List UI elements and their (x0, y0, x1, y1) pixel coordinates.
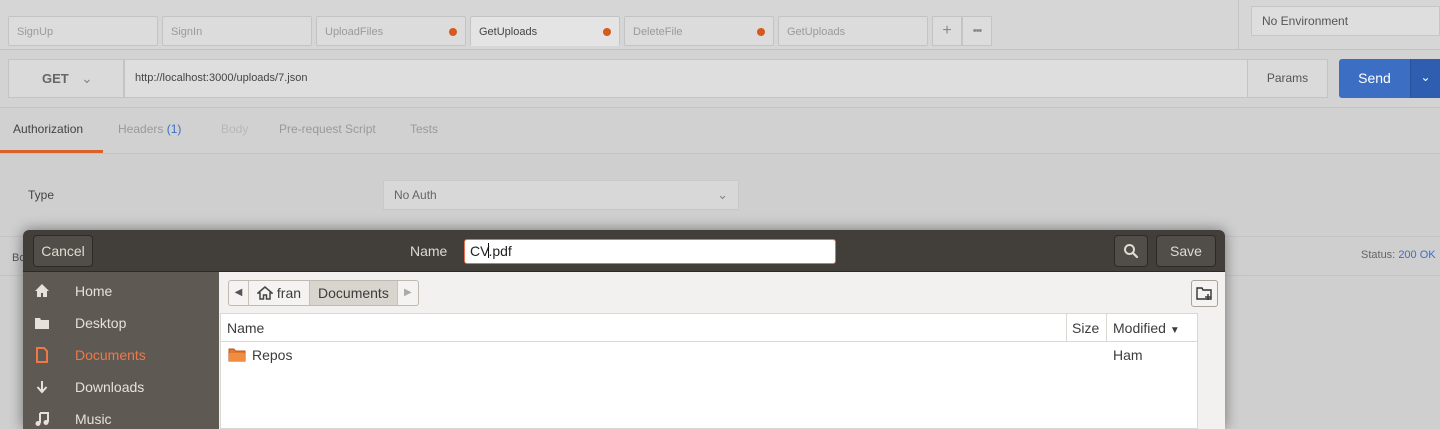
file-name: Repos (252, 347, 293, 363)
tab-tests[interactable]: Tests (410, 122, 438, 136)
music-icon (35, 412, 49, 426)
chevron-right-icon: ▶ (403, 287, 412, 298)
sidebar-item-label: Music (75, 411, 112, 427)
chevron-left-icon: ◀ (234, 287, 243, 298)
tab-body[interactable]: Body (221, 122, 248, 136)
column-divider (1106, 314, 1107, 342)
sidebar-item-label: Home (75, 283, 113, 299)
sidebar-item-label: Downloads (75, 379, 145, 395)
tab-signup[interactable]: SignUp (8, 16, 158, 46)
tab-prerequest-script[interactable]: Pre-request Script (279, 122, 376, 136)
tab-label: SignIn (171, 26, 203, 38)
file-row[interactable]: Repos Ham (221, 342, 1197, 368)
tab-label: DeleteFile (633, 26, 683, 38)
chevron-down-icon: ⌄ (1420, 70, 1431, 84)
params-button[interactable]: Params (1247, 59, 1328, 98)
tab-uploadfiles[interactable]: UploadFiles (316, 16, 466, 46)
path-bar: ◀ fran Documents ▶ (228, 280, 419, 306)
sidebar-item-music[interactable]: Music (23, 403, 219, 429)
send-button[interactable]: Send (1339, 59, 1410, 98)
column-header-size[interactable]: Size (1072, 320, 1099, 336)
sidebar-item-documents[interactable]: Documents (23, 339, 219, 371)
unsaved-dot-icon (449, 28, 457, 36)
new-folder-icon (1196, 287, 1212, 300)
filename-input[interactable]: CV.pdf (464, 239, 836, 264)
url-input[interactable]: http://localhost:3000/uploads/7.json (124, 59, 1248, 98)
chevron-down-icon: ⌄ (717, 187, 728, 202)
tab-getuploads[interactable]: GetUploads (778, 16, 928, 46)
path-home-button[interactable]: fran (249, 281, 311, 305)
path-back-button[interactable]: ◀ (229, 281, 249, 305)
cancel-button[interactable]: Cancel (33, 235, 93, 267)
tab-authorization[interactable]: Authorization (13, 122, 83, 136)
filename-extension: .pdf (488, 243, 512, 259)
tab-getuploads-active[interactable]: GetUploads (470, 16, 620, 46)
column-header-modified-label: Modified (1113, 320, 1166, 336)
file-modified: Ham (1113, 347, 1143, 363)
environment-select[interactable]: No Environment (1251, 6, 1440, 36)
tab-label: SignUp (17, 26, 54, 38)
save-button[interactable]: Save (1156, 235, 1216, 267)
sidebar-item-label: Documents (75, 347, 146, 363)
more-tabs-button[interactable]: ••• (962, 16, 992, 46)
file-list: Name Size Modified ▼ Repos Ham (220, 313, 1198, 429)
download-icon (36, 381, 48, 394)
tab-headers-label: Headers (118, 122, 164, 136)
tab-label: UploadFiles (325, 26, 384, 38)
document-icon (36, 347, 48, 363)
new-tab-button[interactable]: + (932, 16, 962, 46)
sidebar-item-downloads[interactable]: Downloads (23, 371, 219, 403)
home-icon (35, 284, 49, 297)
places-sidebar: Home Desktop Documents Downloads Music (23, 272, 219, 429)
dialog-header: Cancel Name CV.pdf Save (23, 230, 1225, 272)
chevron-down-icon: ⌄ (81, 70, 93, 86)
search-icon (1124, 244, 1139, 259)
path-forward-button[interactable]: ▶ (398, 281, 418, 305)
tab-label: GetUploads (787, 26, 846, 38)
tab-deletefile[interactable]: DeleteFile (624, 16, 774, 46)
send-dropdown-button[interactable]: ⌄ (1410, 59, 1440, 98)
tab-bar: SignUp SignIn UploadFiles GetUploads Del… (0, 0, 1440, 50)
divider (1238, 0, 1239, 50)
column-header-modified[interactable]: Modified ▼ (1113, 320, 1180, 336)
column-header-name[interactable]: Name (227, 320, 264, 336)
active-tab-indicator (0, 150, 103, 153)
folder-icon (228, 348, 246, 362)
sort-descending-icon: ▼ (1169, 325, 1180, 336)
file-pane: ◀ fran Documents ▶ Name Size Modified ▼ … (219, 272, 1225, 429)
tab-label: GetUploads (479, 26, 538, 38)
home-icon (255, 286, 275, 300)
name-label: Name (410, 243, 448, 259)
status-label: Status: (1361, 249, 1396, 261)
file-list-header: Name Size Modified ▼ (221, 314, 1197, 342)
sidebar-item-home[interactable]: Home (23, 275, 219, 307)
unsaved-dot-icon (757, 28, 765, 36)
headers-count-badge: (1) (166, 122, 182, 136)
response-status: Status: 200 OK (1361, 249, 1436, 261)
tab-signin[interactable]: SignIn (162, 16, 312, 46)
method-label: GET (42, 71, 69, 86)
auth-type-value: No Auth (394, 188, 437, 202)
folder-icon (35, 318, 49, 329)
search-button[interactable] (1114, 235, 1148, 267)
status-value: 200 OK (1398, 249, 1436, 261)
sidebar-item-desktop[interactable]: Desktop (23, 307, 219, 339)
save-file-dialog: Cancel Name CV.pdf Save Home Desktop Doc… (23, 230, 1225, 429)
unsaved-dot-icon (603, 28, 611, 36)
column-divider (1066, 314, 1067, 342)
auth-type-label: Type (28, 188, 55, 202)
filename-text: CV (470, 243, 490, 259)
auth-type-select[interactable]: No Auth ⌄ (383, 180, 739, 210)
method-select[interactable]: GET ⌄ (8, 59, 124, 98)
path-documents-button[interactable]: Documents (310, 281, 398, 305)
path-home-label: fran (276, 285, 302, 301)
create-folder-button[interactable] (1191, 280, 1218, 307)
tab-headers[interactable]: Headers (1) (118, 122, 181, 136)
sidebar-item-label: Desktop (75, 315, 127, 331)
request-tabs (0, 108, 1440, 154)
